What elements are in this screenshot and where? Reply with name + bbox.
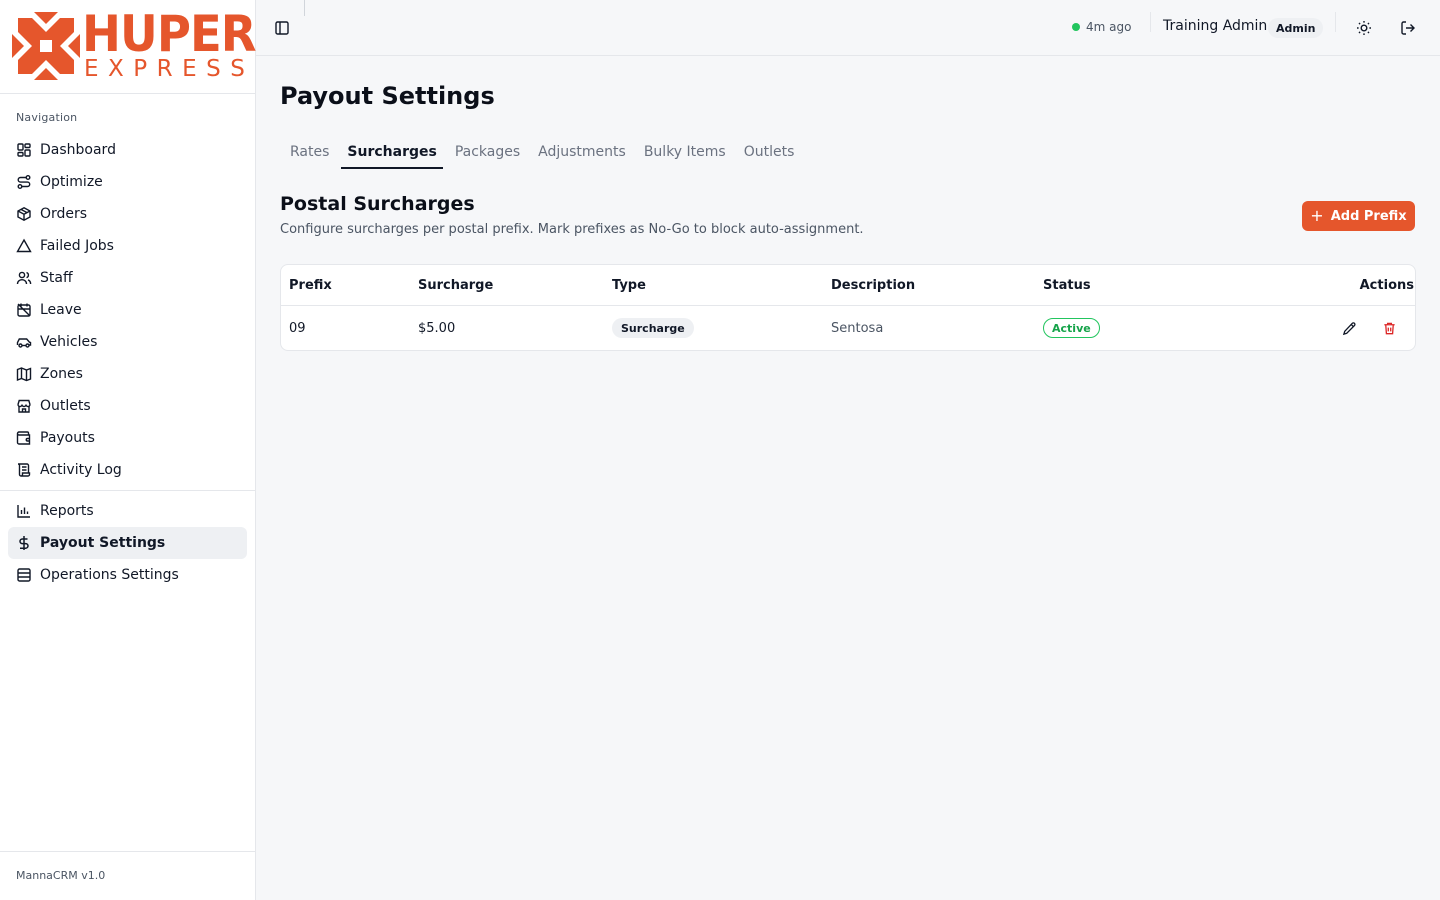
sidebar-item-label: Leave	[40, 302, 82, 318]
sidebar-item-label: Payout Settings	[40, 535, 166, 551]
building-icon	[16, 567, 32, 583]
table-row[interactable]: 09 $5.00 Surcharge Sentosa Active	[281, 306, 1415, 351]
theme-toggle-button[interactable]	[1354, 18, 1374, 38]
status-dot-icon	[1072, 23, 1080, 31]
type-badge: Surcharge	[612, 318, 694, 338]
sidebar-item-outlets[interactable]: Outlets	[8, 390, 247, 422]
map-icon	[16, 366, 32, 382]
edit-button[interactable]	[1341, 320, 1357, 336]
settings-tabs: Rates Surcharges Packages Adjustments Bu…	[280, 139, 806, 169]
sidebar-item-staff[interactable]: Staff	[8, 262, 247, 294]
tab-adjustments[interactable]: Adjustments	[532, 139, 632, 169]
tab-surcharges[interactable]: Surcharges	[341, 139, 443, 169]
tab-rates[interactable]: Rates	[284, 139, 335, 169]
column-header-actions-label: Actions	[1359, 278, 1414, 293]
sun-icon	[1356, 20, 1372, 36]
sync-time: 4m ago	[1086, 20, 1132, 34]
tab-bulky-items[interactable]: Bulky Items	[638, 139, 732, 169]
tab-packages[interactable]: Packages	[449, 139, 526, 169]
plus-icon: +	[1310, 206, 1324, 225]
store-icon	[16, 398, 32, 414]
sidebar-item-label: Outlets	[40, 398, 91, 414]
sidebar-item-label: Staff	[40, 270, 73, 286]
toolbar-divider	[304, 0, 305, 16]
topbar-divider	[1150, 12, 1151, 32]
logout-button[interactable]	[1398, 18, 1418, 38]
brand-logo[interactable]: HUPER EXPRESS	[12, 6, 257, 82]
status-badge: Active	[1043, 318, 1100, 338]
sidebar-item-label: Dashboard	[40, 142, 116, 158]
add-prefix-label: Add Prefix	[1330, 208, 1407, 224]
user-name: Training Admin	[1163, 18, 1268, 34]
section-description: Configure surcharges per postal prefix. …	[280, 222, 864, 237]
sidebar-item-activity-log[interactable]: Activity Log	[8, 454, 247, 486]
sync-status: 4m ago	[1072, 20, 1131, 34]
column-header-prefix: Prefix	[289, 278, 332, 293]
scroll-icon	[16, 462, 32, 478]
dashboard-icon	[16, 142, 32, 158]
sidebar-item-label: Orders	[40, 206, 88, 222]
surcharges-table: Prefix Surcharge Type Description Status…	[280, 264, 1416, 351]
sidebar: HUPER EXPRESS Navigation Dashboard Optim…	[0, 0, 257, 900]
sidebar-item-zones[interactable]: Zones	[8, 358, 247, 390]
column-header-actions: Actions	[1359, 278, 1415, 293]
dollar-icon	[16, 535, 32, 551]
logo-word: HUPER	[82, 5, 257, 63]
sidebar-item-label: Vehicles	[40, 334, 98, 350]
cell-description: Sentosa	[831, 321, 884, 336]
sidebar-item-label: Zones	[40, 366, 83, 382]
column-header-description: Description	[831, 278, 916, 293]
topbar: 4m ago Training Admin Admin	[256, 0, 1440, 56]
delete-button[interactable]	[1381, 320, 1397, 336]
sidebar-item-label: Reports	[40, 503, 94, 519]
sidebar-toggle-button[interactable]	[272, 18, 292, 38]
nav-divider	[0, 490, 255, 491]
column-header-surcharge: Surcharge	[418, 278, 494, 293]
page-title: Payout Settings	[280, 82, 495, 110]
add-prefix-button[interactable]: + Add Prefix	[1302, 201, 1415, 231]
sidebar-item-optimize[interactable]: Optimize	[8, 166, 247, 198]
sidebar-item-label: Failed Jobs	[40, 238, 114, 254]
topbar-divider	[1335, 12, 1336, 32]
sidebar-item-leave[interactable]: Leave	[8, 294, 247, 326]
section-title: Postal Surcharges	[280, 193, 475, 215]
sidebar-item-orders[interactable]: Orders	[8, 198, 247, 230]
sidebar-item-label: Optimize	[40, 174, 103, 190]
route-icon	[16, 174, 32, 190]
package-icon	[16, 206, 32, 222]
tab-outlets[interactable]: Outlets	[738, 139, 801, 169]
sidebar-item-failed-jobs[interactable]: Failed Jobs	[8, 230, 247, 262]
column-header-type: Type	[612, 278, 646, 293]
pencil-icon	[1342, 321, 1357, 336]
users-icon	[16, 270, 32, 286]
sidebar-item-label: Payouts	[40, 430, 95, 446]
app-version: MannaCRM v1.0	[16, 869, 106, 882]
wallet-icon	[16, 430, 32, 446]
sidebar-item-vehicles[interactable]: Vehicles	[8, 326, 247, 358]
bar-chart-icon	[16, 503, 32, 519]
sidebar-item-reports[interactable]: Reports	[8, 495, 247, 527]
logo-sub: EXPRESS	[84, 56, 255, 82]
panel-left-icon	[274, 20, 290, 36]
sidebar-item-dashboard[interactable]: Dashboard	[8, 134, 247, 166]
trash-icon	[1382, 321, 1397, 336]
table-header: Prefix Surcharge Type Description Status…	[281, 265, 1415, 306]
car-icon	[16, 334, 32, 350]
warning-triangle-icon	[16, 238, 32, 254]
sidebar-item-label: Activity Log	[40, 462, 122, 478]
sidebar-item-payout-settings[interactable]: Payout Settings	[8, 527, 247, 559]
sidebar-footer: MannaCRM v1.0	[0, 851, 255, 900]
sidebar-item-operations-settings[interactable]: Operations Settings	[8, 559, 247, 591]
sidebar-item-label: Operations Settings	[40, 567, 179, 583]
role-badge: Admin	[1268, 18, 1324, 38]
cell-prefix: 09	[289, 321, 306, 336]
sidebar-item-payouts[interactable]: Payouts	[8, 422, 247, 454]
nav-heading: Navigation	[16, 111, 78, 124]
logout-icon	[1400, 20, 1416, 36]
calendar-off-icon	[16, 302, 32, 318]
column-header-status: Status	[1043, 278, 1091, 293]
logo-area: HUPER EXPRESS	[0, 0, 257, 94]
cell-surcharge: $5.00	[418, 321, 456, 336]
